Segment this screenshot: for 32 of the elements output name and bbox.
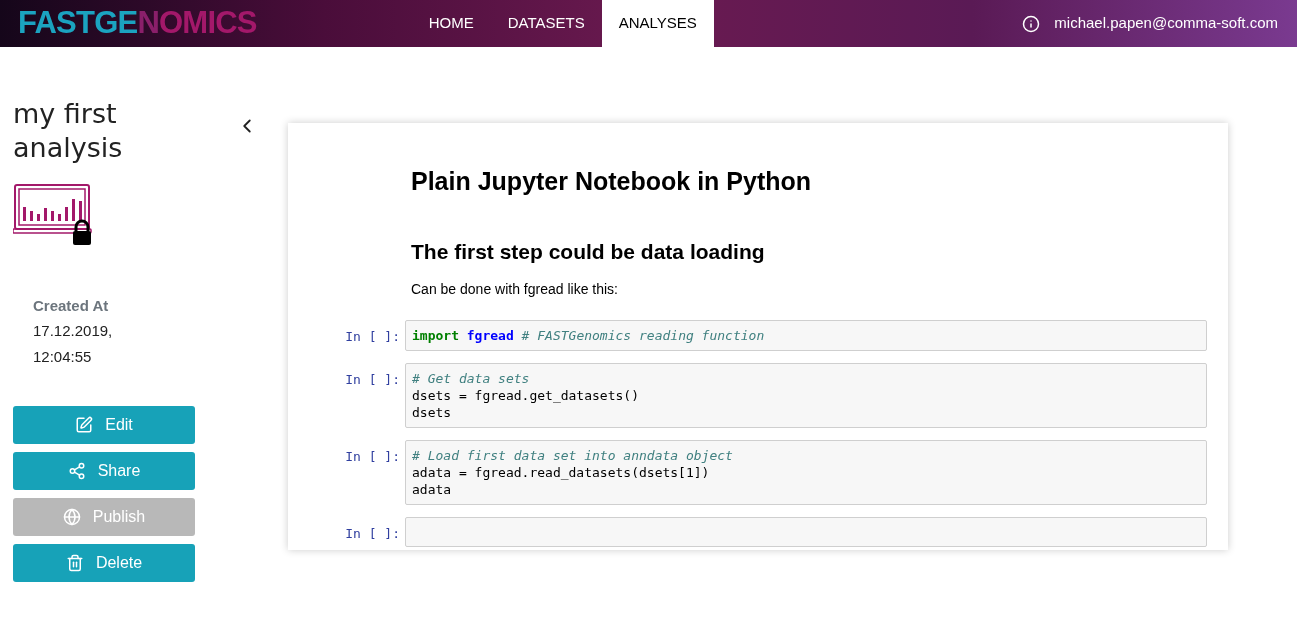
notebook-text: Can be done with fgread like this:	[411, 280, 619, 299]
code-cell[interactable]: import fgread # FASTGenomics reading function	[405, 320, 1207, 351]
cell-prompt: In [ ]:	[345, 525, 401, 543]
code-line: import fgread # FASTGenomics reading function	[412, 327, 765, 344]
nav-tab[interactable]: DATASETS	[490, 0, 602, 47]
notebook-heading: The first step could be data loading	[411, 238, 766, 265]
code-cell[interactable]	[405, 517, 1207, 547]
code-cell[interactable]: # Load first data set into anndata object adata = fgread.read_datasets(dsets[1]) adata	[405, 440, 1207, 505]
globe-icon	[62, 507, 81, 526]
code-line: adata = fgread.read_datasets(dsets[1])	[412, 464, 710, 481]
code-line: # Get data sets	[412, 370, 530, 387]
code-line: adata	[412, 481, 452, 498]
cell-prompt: In [ ]:	[345, 328, 401, 346]
code-cell[interactable]: # Get data sets dsets = fgread.get_datasets() dsets	[405, 363, 1207, 428]
code-line: dsets	[412, 404, 452, 421]
user-email[interactable]: michael.papen@comma-soft.com	[1054, 12, 1278, 35]
created-value: 17.12.2019, 12:04:55	[33, 320, 114, 367]
created-label: Created At	[33, 296, 110, 316]
code-line: # Load first data set into anndata object	[412, 447, 733, 464]
code-line: dsets = fgread.get_datasets()	[412, 387, 639, 404]
laptop-chart-lock-icon	[13, 183, 95, 247]
logo[interactable]: FASTGENOMICS	[0, 0, 257, 47]
nav-tab[interactable]: ANALYSES	[601, 0, 714, 47]
cell-prompt: In [ ]:	[345, 448, 401, 466]
info-icon[interactable]	[1022, 14, 1041, 33]
analysis-title: my first analysis	[13, 97, 124, 165]
nav-tab[interactable]: HOME	[411, 0, 491, 47]
share-icon	[67, 461, 86, 480]
notebook-title: Plain Jupyter Notebook in Python	[411, 166, 813, 197]
trash-icon	[65, 553, 84, 572]
edit-icon	[75, 415, 94, 434]
cell-prompt: In [ ]:	[345, 371, 401, 389]
